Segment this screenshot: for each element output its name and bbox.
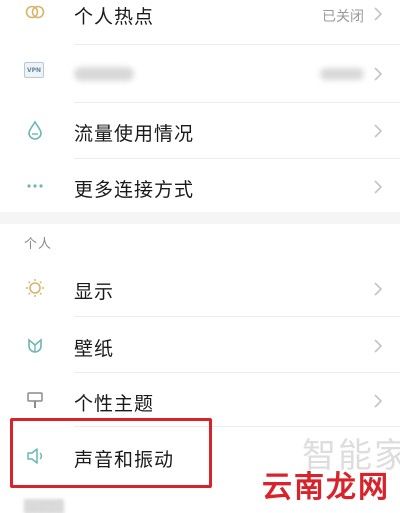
hotspot-status: 已关闭 (322, 9, 364, 25)
theme-label: 个性主题 (74, 393, 155, 415)
hotspot-icon (24, 1, 46, 23)
sun-icon (24, 277, 46, 299)
vpn-status-blurred (320, 68, 364, 80)
flower-icon (24, 334, 46, 356)
more-dots-icon (24, 175, 46, 197)
settings-row-data-usage[interactable]: 流量使用情况 (0, 104, 400, 156)
settings-screen: 个人热点 已关闭 VPN 流量使用情况 更多连接方式 个人 显示 壁纸 个性主题… (0, 0, 400, 513)
settings-row-wallpaper[interactable]: 壁纸 (0, 318, 400, 372)
row-divider (74, 158, 400, 159)
settings-row-more-connections[interactable]: 更多连接方式 (0, 160, 400, 212)
vpn-label-blurred (74, 67, 134, 81)
more-connections-label: 更多连接方式 (74, 179, 195, 201)
settings-row-vpn[interactable]: VPN (0, 48, 400, 98)
row-divider (74, 372, 400, 373)
chevron-right-icon (374, 282, 383, 296)
chevron-right-icon (374, 124, 383, 138)
vpn-badge-text: VPN (26, 66, 42, 74)
chevron-right-icon (374, 339, 383, 353)
section-gap (0, 212, 400, 224)
highlight-box (10, 418, 212, 488)
wallpaper-label: 壁纸 (74, 338, 115, 360)
brush-icon (24, 389, 46, 411)
chevron-right-icon (374, 180, 383, 194)
water-drop-icon (24, 119, 46, 141)
row-divider (74, 102, 400, 103)
data-usage-label: 流量使用情况 (74, 123, 195, 145)
display-label: 显示 (74, 281, 115, 303)
chevron-right-icon (374, 394, 383, 408)
settings-row-hotspot[interactable]: 个人热点 已关闭 (0, 0, 400, 30)
vpn-icon: VPN (24, 62, 44, 78)
row-divider (74, 316, 400, 317)
chevron-right-icon (374, 7, 383, 21)
bottom-blurred-text: ▒▒▒▒ (24, 500, 64, 513)
settings-row-display[interactable]: 显示 (0, 262, 400, 314)
row-divider (74, 44, 400, 45)
hotspot-label: 个人热点 (74, 6, 155, 28)
site-logo: 云南龙网 (262, 470, 390, 505)
chevron-right-icon (374, 67, 383, 81)
section-title-personal: 个人 (24, 237, 53, 252)
